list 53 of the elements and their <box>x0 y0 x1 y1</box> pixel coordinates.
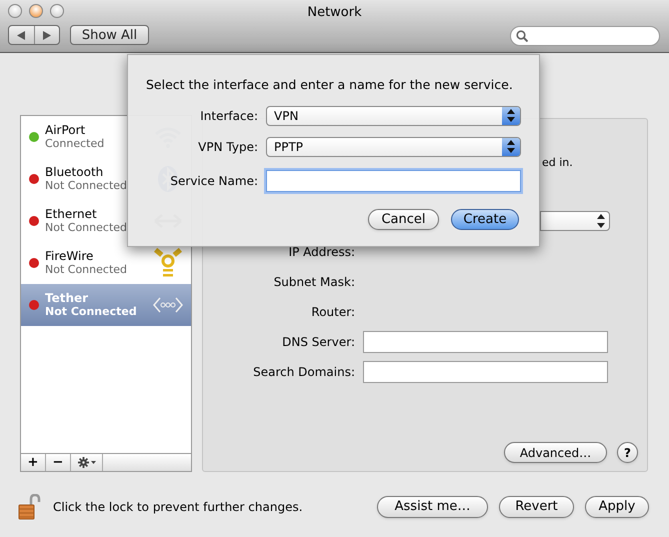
dialog-label: Interface: <box>199 108 258 125</box>
text-field[interactable] <box>363 361 608 383</box>
field-label: Search Domains: <box>252 364 355 381</box>
service-status: Not Connected <box>45 263 128 277</box>
add-button[interactable]: + <box>21 454 46 471</box>
service-name-field[interactable] <box>266 170 521 192</box>
service-name: AirPort <box>45 123 86 137</box>
window-title: Network <box>307 4 362 22</box>
minimize-button[interactable] <box>29 4 43 18</box>
unlocked-padlock-icon <box>18 494 42 520</box>
partial-text: ed in. <box>542 155 573 171</box>
apply-button[interactable]: Apply <box>585 496 649 518</box>
service-status: Connected <box>45 137 106 151</box>
remove-button[interactable]: − <box>46 454 71 471</box>
up-down-arrows-icon <box>507 140 515 154</box>
help-button[interactable]: ? <box>617 442 638 463</box>
dialog-label: Service Name: <box>169 172 258 190</box>
caret-icon <box>90 461 96 464</box>
cancel-button[interactable]: Cancel <box>368 208 439 230</box>
tether-icon <box>152 296 184 314</box>
assist-me-button[interactable]: Assist me… <box>377 496 488 518</box>
service-name: Ethernet <box>45 207 98 221</box>
revert-button[interactable]: Revert <box>499 496 574 518</box>
zoom-button[interactable] <box>50 4 64 18</box>
field-label: Subnet Mask: <box>272 274 355 291</box>
gear-icon <box>78 457 88 468</box>
field-label: IP Address: <box>288 244 355 261</box>
service-item[interactable]: FireWire Not Connected <box>21 242 191 284</box>
service-name: Bluetooth <box>45 165 104 179</box>
text-field[interactable] <box>363 331 608 353</box>
search-field[interactable] <box>510 26 660 46</box>
configure-popup[interactable] <box>540 211 610 231</box>
advanced-button[interactable]: Advanced… <box>504 442 607 463</box>
right-triangle-icon <box>42 30 51 40</box>
up-down-arrows-icon <box>507 109 515 122</box>
lock-message: Click the lock to prevent further changes. <box>53 499 304 516</box>
field-label: Router: <box>310 304 355 321</box>
search-icon <box>516 30 528 42</box>
service-status: Not Connected <box>45 179 128 193</box>
create-button[interactable]: Create <box>451 208 519 230</box>
dialog-label: VPN Type: <box>197 138 258 156</box>
service-status: Not Connected <box>45 221 128 235</box>
popup-menu[interactable]: PPTP <box>266 136 521 157</box>
popup-menu[interactable]: VPN <box>266 106 521 126</box>
service-status: Not Connected <box>45 305 138 319</box>
close-button[interactable] <box>8 4 22 18</box>
service-name: Tether <box>45 291 90 305</box>
firewire-icon <box>154 248 182 278</box>
left-triangle-icon <box>17 30 26 40</box>
dialog-prompt: Select the interface and enter a name for the new service. <box>146 76 514 94</box>
show-all-button[interactable]: Show All <box>70 25 149 45</box>
service-name: FireWire <box>45 249 94 263</box>
field-label: DNS Server: <box>281 334 355 351</box>
